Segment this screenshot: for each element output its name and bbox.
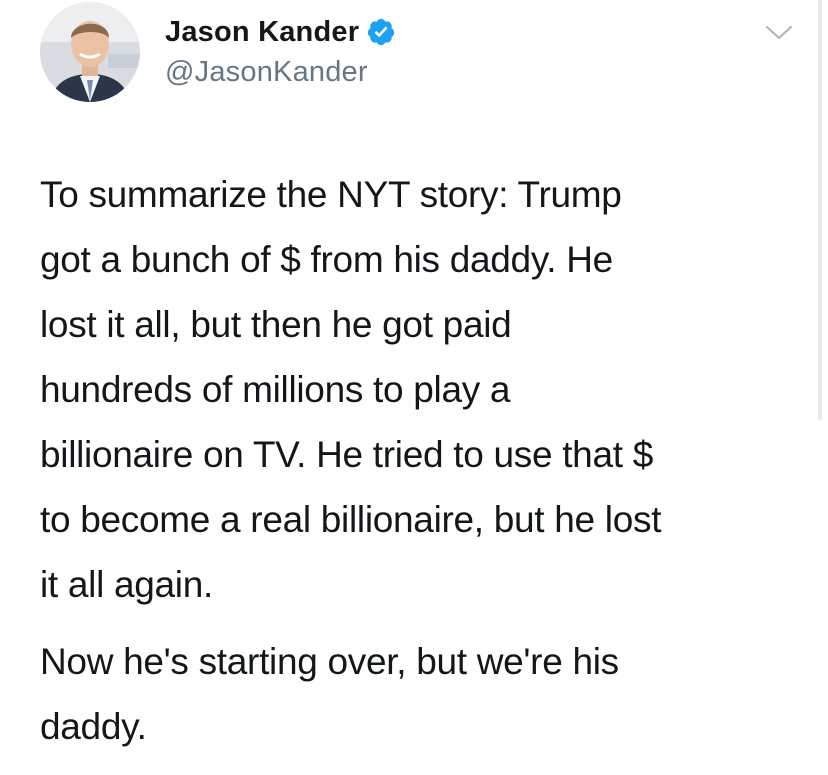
author-avatar[interactable] — [40, 2, 140, 102]
author-name-row[interactable]: Jason Kander — [165, 12, 396, 52]
tweet-paragraph: Now he's starting over, but we're his da… — [40, 641, 619, 747]
scrollbar[interactable] — [818, 0, 822, 420]
tweet-card: Jason Kander @JasonKander To summarize t… — [0, 0, 828, 775]
verified-badge-icon — [366, 17, 396, 47]
avatar-photo — [40, 2, 140, 102]
tweet-text: To summarize the NYT story: Trump got a … — [40, 162, 810, 759]
tweet-paragraph: To summarize the NYT story: Trump got a … — [40, 174, 662, 605]
chevron-down-icon[interactable] — [765, 24, 793, 42]
author-display-name[interactable]: Jason Kander — [165, 16, 359, 49]
author-handle[interactable]: @JasonKander — [165, 56, 368, 89]
